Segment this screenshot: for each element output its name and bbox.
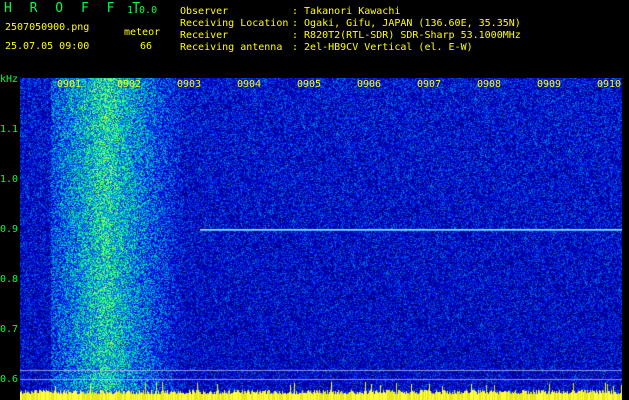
y-tick-1.0: 1.0 <box>0 174 19 185</box>
info-value-location: : Ogaki, Gifu, JAPAN (136.60E, 35.35N) <box>292 18 521 29</box>
y-tick-0.7: 0.7 <box>0 324 19 335</box>
y-tick-0.8: 0.8 <box>0 274 19 285</box>
x-tick-0907: 0907 <box>417 79 442 90</box>
app-title: H R O F F T <box>4 1 146 16</box>
x-tick-0904: 0904 <box>237 79 262 90</box>
x-tick-0903: 0903 <box>177 79 202 90</box>
info-key-observer: Observer <box>180 6 229 17</box>
app-version: 1.0.0 <box>127 5 158 16</box>
info-key-receiver: Receiver <box>180 30 229 41</box>
x-tick-0905: 0905 <box>297 79 322 90</box>
y-axis-unit: kHz <box>0 74 19 85</box>
date-time: 25.07.05 09:00 <box>5 41 90 52</box>
x-tick-0908: 0908 <box>477 79 502 90</box>
x-tick-0910: 0910 <box>597 79 622 90</box>
info-value-antenna: : 2el-HB9CV Vertical (el. E-W) <box>292 42 473 53</box>
x-tick-0902: 0902 <box>117 79 142 90</box>
info-value-observer: : Takanori Kawachi <box>292 6 401 17</box>
x-tick-0909: 0909 <box>537 79 562 90</box>
info-key-antenna: Receiving antenna <box>180 42 283 53</box>
x-tick-0901: 0901 <box>57 79 82 90</box>
y-tick-0.9: 0.9 <box>0 224 19 235</box>
info-key-location: Receiving Location <box>180 18 289 29</box>
spectrogram-plot <box>20 78 622 400</box>
event-label: meteor <box>124 27 161 38</box>
x-tick-0906: 0906 <box>357 79 382 90</box>
y-tick-0.6: 0.6 <box>0 374 19 385</box>
file-name: 2507050900.png <box>5 22 90 33</box>
event-count: 66 <box>140 41 153 52</box>
header-panel: H R O F F T 1.0.0 2507050900.png meteor … <box>0 0 629 70</box>
info-value-receiver: : R820T2(RTL-SDR) SDR-Sharp 53.1000MHz <box>292 30 521 41</box>
y-tick-1.1: 1.1 <box>0 124 19 135</box>
